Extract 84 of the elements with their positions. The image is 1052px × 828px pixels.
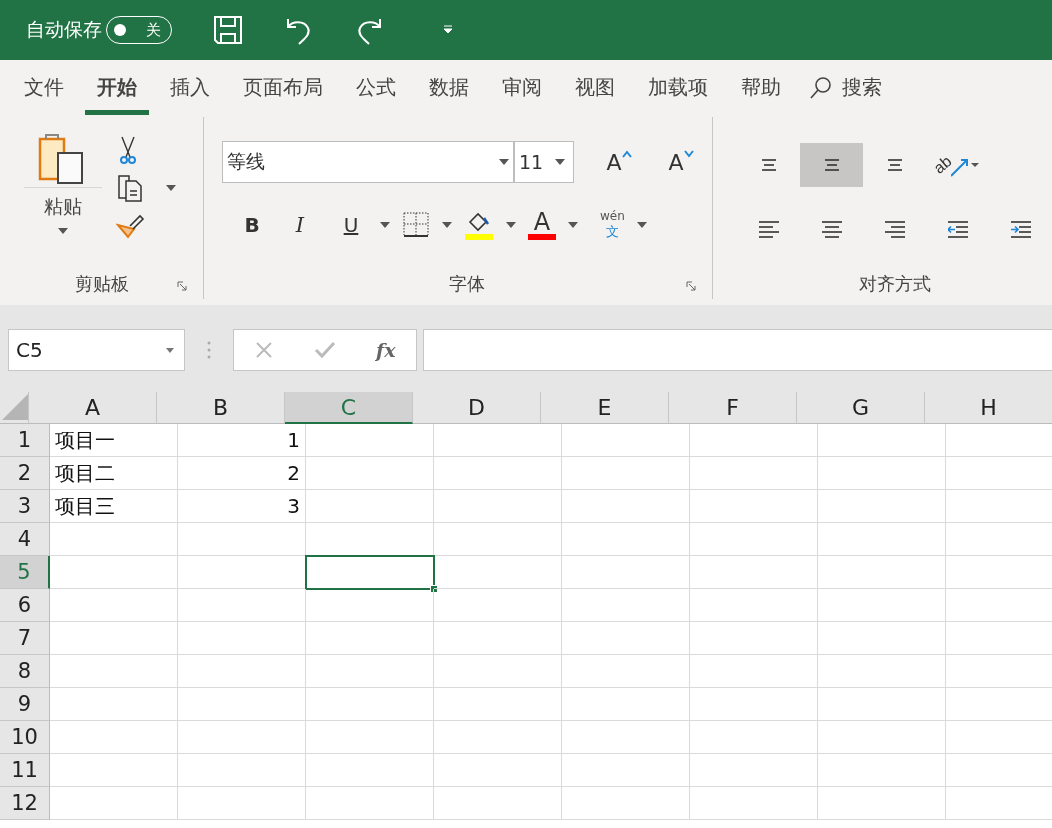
column-header[interactable]: G — [797, 392, 925, 424]
customize-caret-icon[interactable] — [442, 25, 454, 35]
ribbon-tab[interactable]: 文件 — [12, 60, 76, 115]
caret-icon[interactable] — [555, 159, 565, 165]
formula-input[interactable] — [422, 329, 1052, 371]
ribbon-tab[interactable]: 帮助 — [729, 60, 793, 115]
group-label: 对齐方式 — [858, 272, 931, 296]
font-name-field[interactable]: 等线 — [222, 141, 514, 183]
lines-icon — [887, 159, 902, 171]
middle-align-button[interactable] — [800, 143, 863, 187]
table-cell: 2 — [178, 457, 306, 490]
dialog-launcher-icon[interactable] — [686, 281, 696, 291]
lines-icon — [824, 159, 839, 171]
row-header[interactable]: 4 — [0, 523, 50, 556]
up-caret-icon — [621, 149, 632, 158]
autosave-label: 自动保存 — [26, 17, 102, 42]
column-header[interactable]: C — [285, 392, 413, 424]
caret-icon[interactable] — [442, 222, 452, 228]
row-header[interactable]: 7 — [0, 622, 50, 655]
shrink-font-button[interactable]: A — [650, 149, 712, 175]
ribbon-tab[interactable]: 公式 — [344, 60, 408, 115]
orientation-align-button[interactable]: ab — [926, 143, 989, 187]
borders-icon[interactable] — [402, 211, 430, 239]
grow-font-button[interactable]: A — [588, 149, 650, 175]
lines-icon — [758, 220, 779, 238]
insert-function-button[interactable]: fx — [376, 339, 396, 361]
italic-button[interactable]: I — [278, 213, 322, 237]
check-icon[interactable] — [314, 340, 336, 360]
table-cell: 项目二 — [50, 457, 178, 490]
font-size-field[interactable]: 11 — [514, 141, 574, 183]
row-header[interactable]: 11 — [0, 754, 50, 787]
caret-icon — [58, 228, 68, 234]
caret-icon[interactable] — [166, 185, 176, 191]
row-header[interactable]: 3 — [0, 490, 50, 523]
search-icon[interactable] — [808, 74, 834, 101]
row-header[interactable]: 5 — [0, 556, 50, 589]
table-cell: 3 — [178, 490, 306, 523]
bold-button[interactable]: B — [238, 213, 266, 237]
ribbon-tab[interactable]: 加载项 — [636, 60, 720, 115]
fill-handle[interactable] — [430, 585, 438, 593]
lines-icon — [884, 220, 905, 238]
ribbon-tab[interactable]: 视图 — [563, 60, 627, 115]
column-header[interactable]: H — [925, 392, 1052, 424]
ribbon-tab[interactable]: 审阅 — [490, 60, 554, 115]
row-header[interactable]: 9 — [0, 688, 50, 721]
lines-icon — [947, 220, 968, 238]
font-color-button[interactable]: A — [528, 210, 556, 240]
caret-icon[interactable] — [568, 222, 578, 228]
row-header[interactable]: 6 — [0, 589, 50, 622]
save-icon[interactable] — [212, 14, 244, 46]
ribbon-tab[interactable]: 页面布局 — [231, 60, 335, 115]
group-label: 字体 — [449, 272, 485, 296]
ribbon-tab[interactable]: 数据 — [417, 60, 481, 115]
phonetic-button[interactable]: wén 文 — [600, 209, 625, 241]
caret-icon[interactable] — [499, 159, 509, 165]
column-header[interactable]: E — [541, 392, 669, 424]
column-header[interactable]: A — [29, 392, 157, 424]
row-header[interactable]: 1 — [0, 424, 50, 457]
column-header[interactable]: B — [157, 392, 285, 424]
table-cell: 项目三 — [50, 490, 178, 523]
column-header[interactable]: F — [669, 392, 797, 424]
row-header[interactable]: 12 — [0, 787, 50, 820]
search-label[interactable]: 搜索 — [842, 74, 882, 101]
fill-color-icon[interactable] — [464, 210, 494, 240]
caret-icon[interactable] — [506, 222, 516, 228]
lines-icon — [1010, 220, 1031, 238]
lines-icon — [821, 220, 842, 238]
table-cell: 1 — [178, 424, 306, 457]
paste-button[interactable]: 粘贴 — [24, 131, 102, 241]
group-label: 剪贴板 — [74, 272, 129, 296]
column-header[interactable]: D — [413, 392, 541, 424]
row-header[interactable]: 2 — [0, 457, 50, 490]
ribbon-tab[interactable]: 插入 — [158, 60, 222, 115]
row-header[interactable]: 8 — [0, 655, 50, 688]
down-caret-icon — [683, 149, 694, 158]
caret-icon[interactable] — [380, 222, 390, 228]
name-box[interactable]: C5 — [8, 329, 185, 371]
caret-icon[interactable] — [636, 222, 647, 228]
grip-icon[interactable] — [207, 340, 211, 360]
lines-icon — [761, 159, 776, 171]
dialog-launcher-icon[interactable] — [177, 281, 187, 291]
row-header[interactable]: 10 — [0, 721, 50, 754]
table-cell: 项目一 — [50, 424, 178, 457]
underline-button[interactable]: U — [334, 213, 368, 237]
